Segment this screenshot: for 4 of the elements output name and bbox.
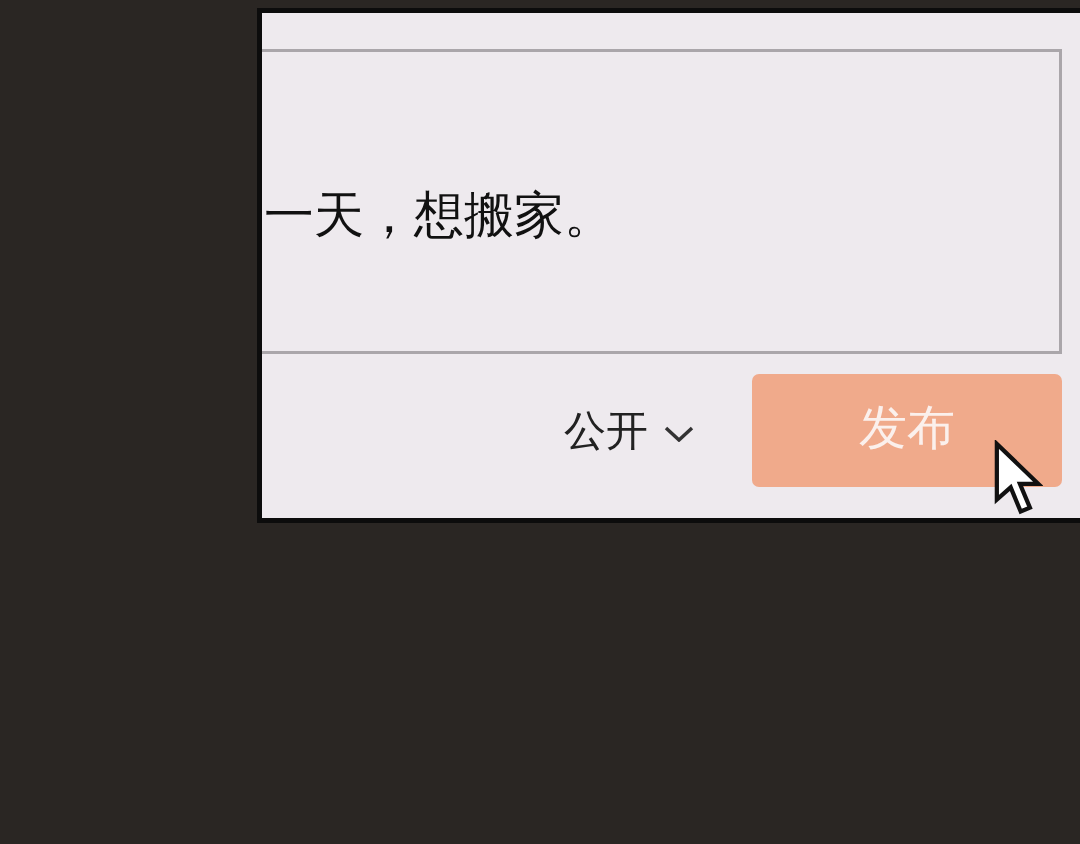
post-text-field[interactable]: 一天，想搬家。 [262,49,1062,354]
chevron-down-icon [664,425,694,442]
visibility-dropdown[interactable]: 公开 [564,406,694,455]
mouse-pointer-icon [993,440,1043,517]
